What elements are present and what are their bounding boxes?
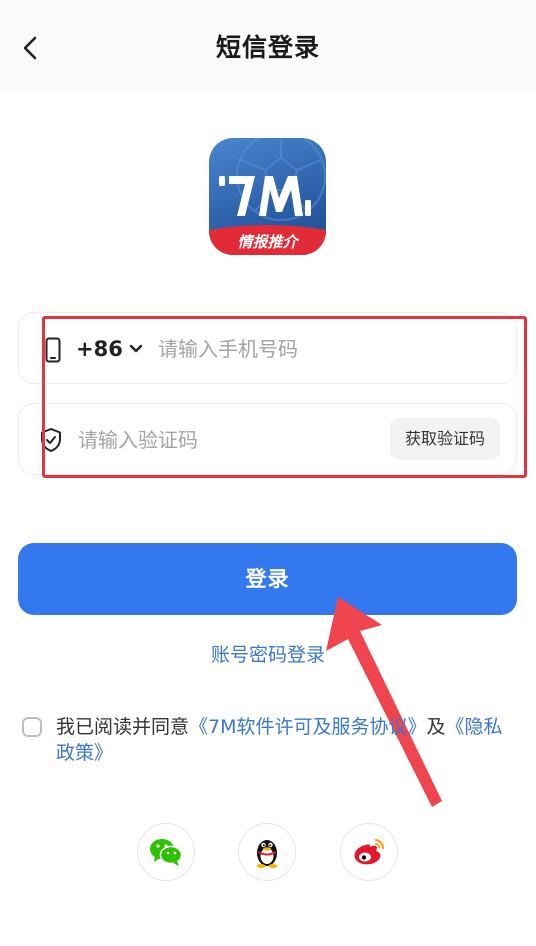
phone-field: +86	[18, 312, 517, 384]
weibo-icon	[354, 838, 385, 865]
password-login-link[interactable]: 账号密码登录	[0, 640, 536, 667]
page-title: 短信登录	[215, 33, 320, 62]
login-page: 短信登录 情报推介 +86 请输入手机号码 请输入验证码 获取验证码 登录 账号…	[0, 0, 536, 946]
qq-login-button[interactable]	[238, 823, 296, 881]
verification-code-field: 获取验证码	[18, 403, 517, 475]
country-code-label: +86	[76, 337, 123, 361]
agreement-text: 我已阅读并同意《7M软件许可及服务协议》及《隐私政策》	[56, 714, 516, 766]
weibo-login-button[interactable]	[340, 823, 398, 881]
agreement-and: 及	[426, 716, 446, 738]
login-button[interactable]: 登录	[18, 543, 517, 615]
wechat-login-button[interactable]	[137, 823, 195, 881]
country-code-selector[interactable]: +86	[76, 333, 143, 365]
license-agreement-link[interactable]: 《7M软件许可及服务协议》	[189, 716, 426, 738]
phone-input[interactable]	[158, 329, 488, 369]
wechat-icon	[150, 839, 183, 866]
logo-banner-text: 情报推介	[237, 233, 298, 251]
verification-code-input[interactable]	[78, 420, 378, 460]
phone-icon	[45, 337, 61, 363]
qq-penguin-icon	[256, 840, 278, 868]
agreement-prefix: 我已阅读并同意	[56, 716, 190, 738]
annotation-arrow	[326, 597, 442, 807]
app-logo: 情报推介	[209, 138, 326, 255]
header-bar: 短信登录	[0, 0, 536, 92]
shield-check-icon	[41, 428, 61, 452]
agreement-checkbox[interactable]	[22, 717, 42, 737]
chevron-down-icon	[129, 344, 143, 353]
get-code-button[interactable]: 获取验证码	[390, 418, 500, 460]
